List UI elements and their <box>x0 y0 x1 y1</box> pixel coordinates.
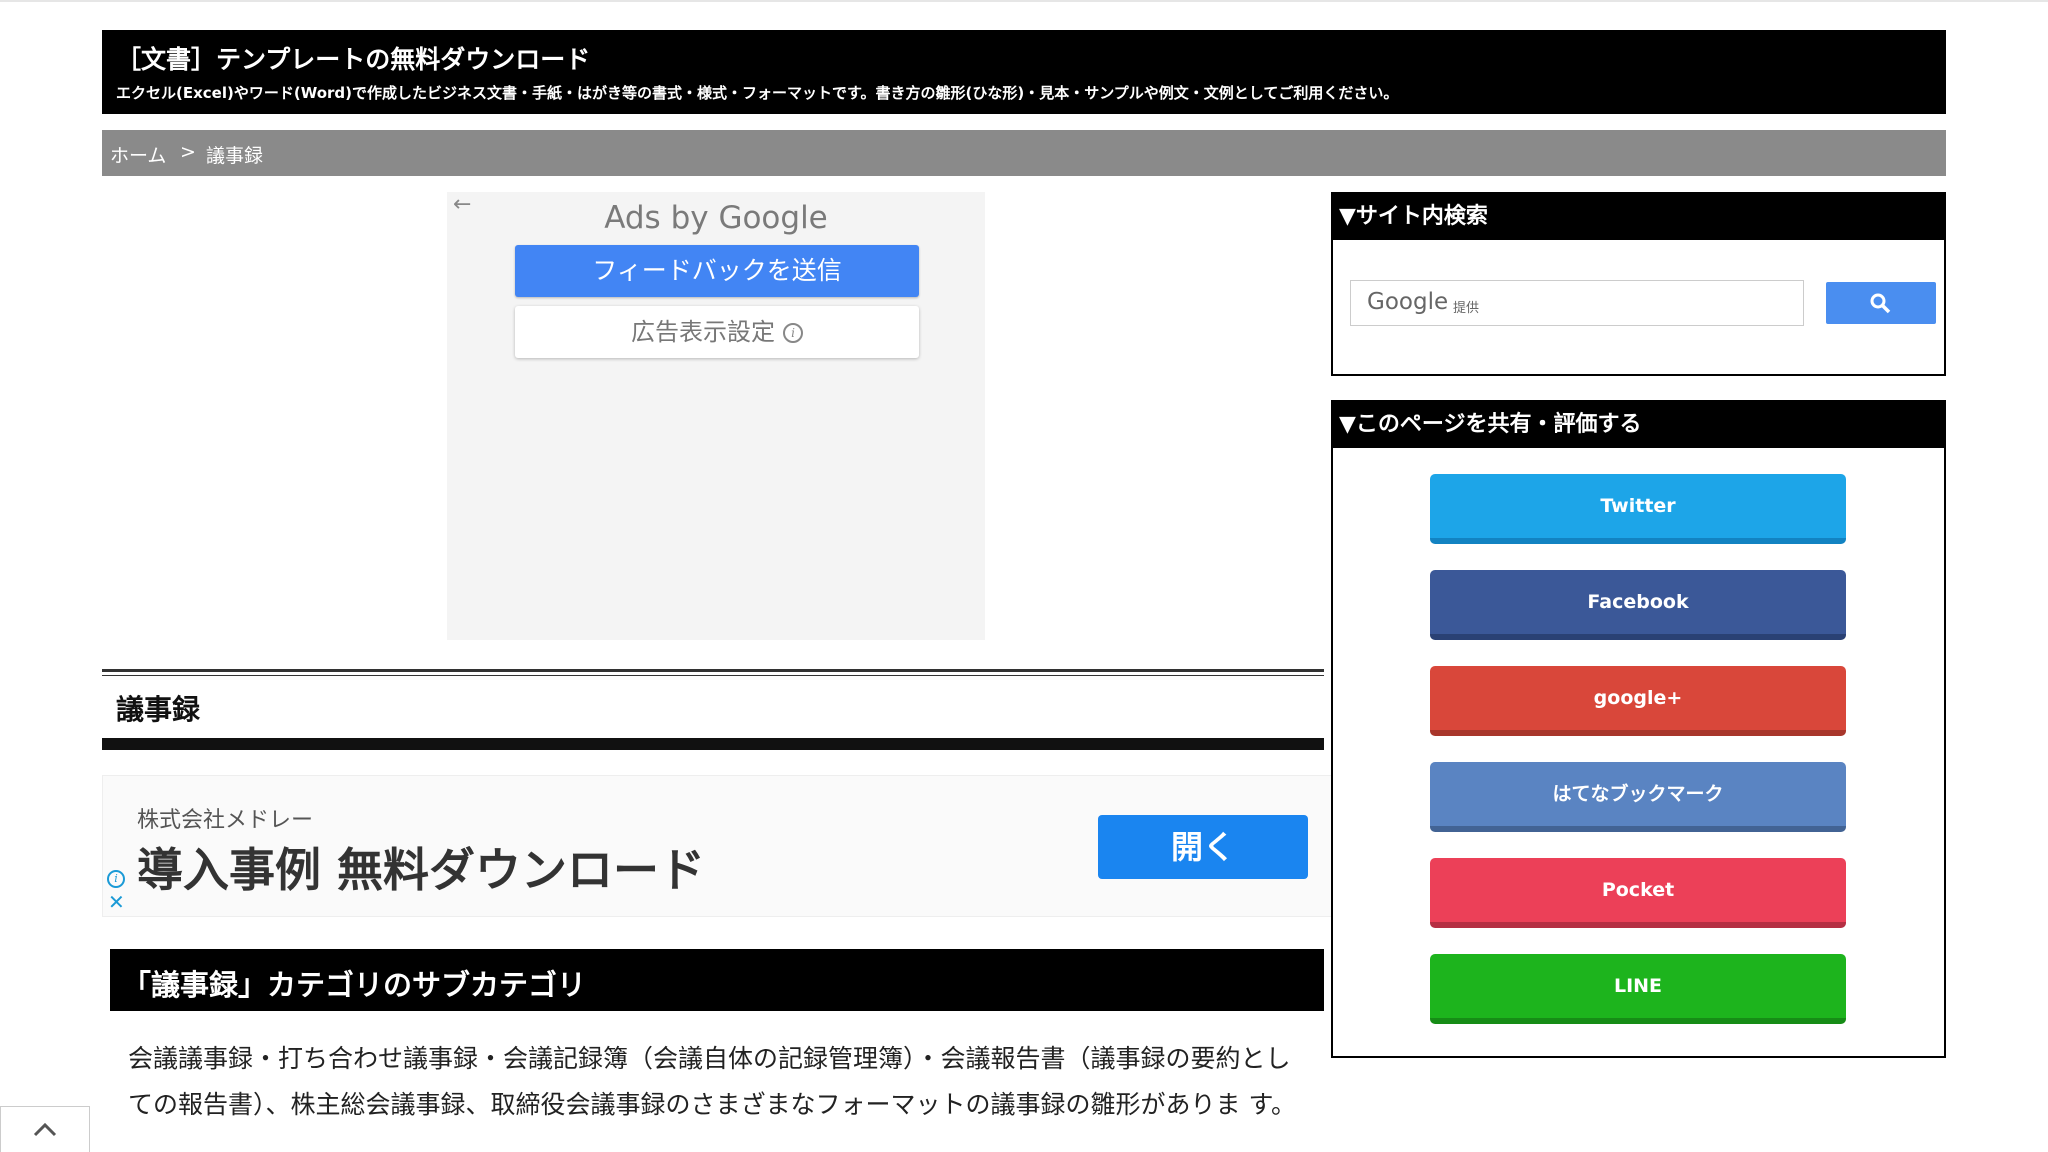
send-feedback-button[interactable]: フィードバックを送信 <box>515 245 919 297</box>
section-title: 議事録 <box>116 693 201 726</box>
ads-by-google-label: Ads by Google <box>604 200 828 236</box>
subcategory-heading: 「議事録」カテゴリのサブカテゴリ <box>110 949 1324 1011</box>
subcategory-heading-text: 「議事録」カテゴリのサブカテゴリ <box>122 968 587 1002</box>
ad-advertiser: 株式会社メドレー <box>137 808 314 833</box>
breadcrumb-home-link[interactable]: ホーム <box>110 141 166 168</box>
share-pocket-button[interactable]: Pocket <box>1430 858 1846 928</box>
ad-headline[interactable]: 導入事例 無料ダウンロード <box>137 834 705 900</box>
share-widget-title: ▼このページを共有・評価する <box>1333 402 1944 448</box>
category-description: 会議議事録・打ち合わせ議事録・会議記録簿（会議自体の記録管理簿）・会議報告書（議… <box>128 1044 1296 1119</box>
ad-settings-button[interactable]: 広告表示設定 i <box>515 306 919 358</box>
scroll-to-top-button[interactable] <box>0 1106 90 1152</box>
share-googleplus-button[interactable]: google+ <box>1430 666 1846 736</box>
share-facebook-button[interactable]: Facebook <box>1430 570 1846 640</box>
top-border <box>0 0 2048 2</box>
info-icon[interactable]: i <box>107 870 125 888</box>
provided-by-label: 提供 <box>1453 301 1480 316</box>
site-title[interactable]: ［文書］テンプレートの無料ダウンロード <box>116 40 590 76</box>
search-button[interactable] <box>1826 282 1936 324</box>
site-search-widget: ▼サイト内検索 Google 提供 <box>1331 192 1946 376</box>
share-hatena-button[interactable]: はてなブックマーク <box>1430 762 1846 832</box>
share-line-button[interactable]: LINE <box>1430 954 1846 1024</box>
breadcrumb: ホーム > 議事録 <box>102 130 1946 176</box>
info-icon: i <box>783 323 803 343</box>
site-header: ［文書］テンプレートの無料ダウンロード エクセル(Excel)やワード(Word… <box>102 30 1946 114</box>
share-widget: ▼このページを共有・評価する Twitter Facebook google+ … <box>1331 400 1946 1058</box>
google-logo-text: Google <box>1367 289 1449 315</box>
share-twitter-button[interactable]: Twitter <box>1430 474 1846 544</box>
section-divider <box>102 669 1324 676</box>
search-icon <box>1870 293 1891 314</box>
google-ad-feedback: ← Ads by Google フィードバックを送信 広告表示設定 i <box>447 192 985 640</box>
ad-settings-label: 広告表示設定 <box>631 318 775 346</box>
search-input[interactable]: Google 提供 <box>1350 280 1804 326</box>
ad-banner[interactable]: 株式会社メドレー 導入事例 無料ダウンロード 開く i ✕ <box>102 775 1332 917</box>
section-underline <box>102 738 1324 750</box>
site-description: エクセル(Excel)やワード(Word)で作成したビジネス文書・手紙・はがき等… <box>116 84 1399 102</box>
ad-open-button[interactable]: 開く <box>1098 815 1308 879</box>
breadcrumb-current: 議事録 <box>206 145 264 167</box>
chevron-up-icon <box>33 1122 57 1137</box>
close-icon[interactable]: ✕ <box>108 890 125 914</box>
breadcrumb-separator: > <box>180 141 196 163</box>
site-search-title: ▼サイト内検索 <box>1333 194 1944 240</box>
